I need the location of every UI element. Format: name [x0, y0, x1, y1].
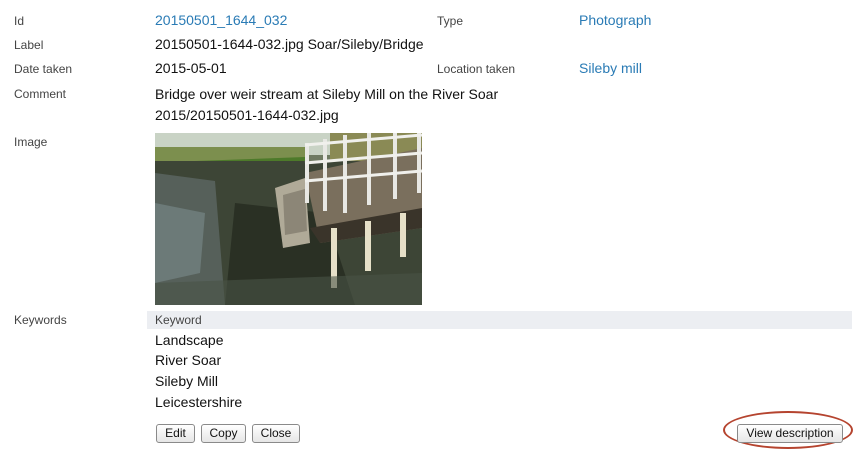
close-button[interactable]: Close [252, 424, 300, 443]
view-description-button[interactable]: View description [737, 424, 843, 443]
location-taken-label: Location taken [437, 62, 516, 76]
comment-line-2: 2015/20150501-1644-032.jpg [155, 107, 339, 123]
edit-button[interactable]: Edit [156, 424, 195, 443]
id-label: Id [14, 14, 25, 28]
record-detail-page: Id 20150501_1644_032 Type Photograph Lab… [0, 0, 856, 454]
keyword-item: Leicestershire [155, 394, 243, 410]
type-link[interactable]: Photograph [579, 12, 651, 28]
date-taken-value: 2015-05-01 [155, 60, 227, 76]
keywords-label: Keywords [14, 313, 67, 327]
keyword-column-header: Keyword [147, 311, 852, 329]
image-label: Image [14, 135, 48, 149]
comment-label: Comment [14, 87, 67, 101]
bridge-photo-illustration [155, 133, 422, 305]
id-link[interactable]: 20150501_1644_032 [155, 12, 287, 28]
keyword-item: Landscape [155, 332, 224, 348]
label-label: Label [14, 38, 44, 52]
type-label: Type [437, 14, 464, 28]
location-taken-link[interactable]: Sileby mill [579, 60, 642, 76]
keyword-item: Sileby Mill [155, 373, 219, 389]
comment-line-1: Bridge over weir stream at Sileby Mill o… [155, 86, 499, 102]
copy-button[interactable]: Copy [201, 424, 246, 443]
bridge-photo[interactable] [155, 133, 422, 305]
keyword-item: River Soar [155, 352, 222, 368]
label-value: 20150501-1644-032.jpg Soar/Sileby/Bridge [155, 36, 424, 52]
date-taken-label: Date taken [14, 62, 73, 76]
keyword-column-header-label: Keyword [155, 313, 202, 327]
